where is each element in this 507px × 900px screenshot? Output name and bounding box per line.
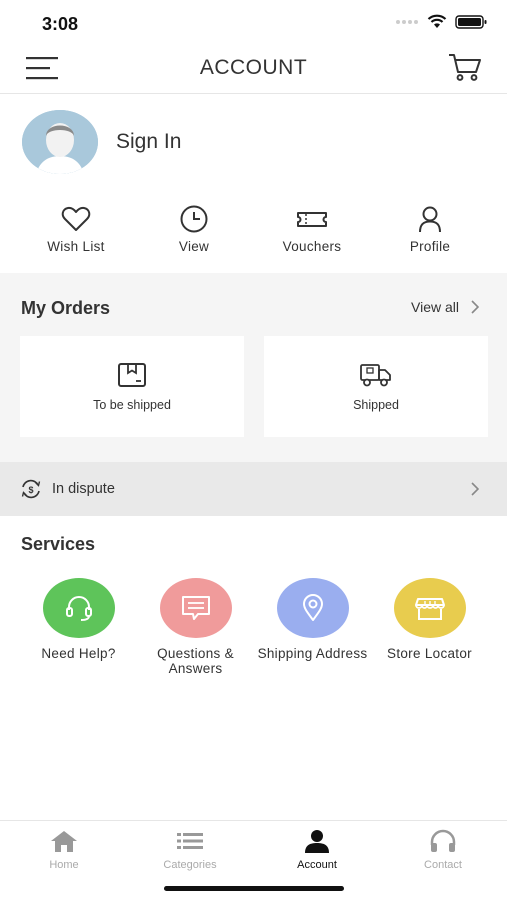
quick-action-vouchers[interactable]: Vouchers xyxy=(253,205,371,263)
tab-label: Contact xyxy=(424,859,462,871)
home-icon xyxy=(51,831,77,852)
person-icon xyxy=(419,206,441,233)
services-title: Services xyxy=(21,534,96,554)
tab-home[interactable]: Home xyxy=(14,829,114,871)
quick-action-profile[interactable]: Profile xyxy=(371,205,489,263)
status-time: 3:08 xyxy=(42,14,79,34)
sign-in-link[interactable]: Sign In xyxy=(116,130,181,154)
heart-icon xyxy=(61,206,91,231)
avatar-placeholder-icon xyxy=(22,110,98,174)
signal-icon xyxy=(396,19,418,24)
tab-categories[interactable]: Categories xyxy=(140,829,240,871)
status-bar: 3:08 xyxy=(0,0,507,44)
orders-section: My Orders View all To be shipped Shipped xyxy=(0,273,507,462)
tab-account[interactable]: Account xyxy=(267,829,367,871)
view-all-link[interactable]: View all xyxy=(411,299,479,315)
quick-action-wish-list[interactable]: Wish List xyxy=(17,205,135,263)
tab-contact[interactable]: Contact xyxy=(393,829,493,871)
battery-icon xyxy=(455,14,487,29)
quick-action-label: Vouchers xyxy=(282,239,342,254)
location-pin-icon xyxy=(302,594,323,621)
page-title: ACCOUNT xyxy=(199,56,308,79)
headset-icon xyxy=(65,596,92,621)
service-shipping-address[interactable]: Shipping Address xyxy=(254,578,371,676)
service-need-help[interactable]: Need Help? xyxy=(20,578,137,676)
order-card-to-be-shipped[interactable]: To be shipped xyxy=(20,336,244,437)
message-icon xyxy=(181,596,210,620)
view-all-label: View all xyxy=(411,299,459,315)
service-circle xyxy=(42,578,115,638)
service-label: Shipping Address xyxy=(257,646,368,661)
quick-action-label: Profile xyxy=(409,239,451,254)
services-row: Need Help? Questions & Answers Shipping … xyxy=(20,578,487,676)
order-card-label: To be shipped xyxy=(93,397,171,412)
dispute-icon: $ xyxy=(21,479,41,499)
wifi-icon xyxy=(427,14,447,28)
status-icons xyxy=(395,14,487,29)
quick-action-label: Wish List xyxy=(47,239,105,254)
quick-actions: Wish List View Vouchers Profile xyxy=(17,205,490,263)
clock-icon xyxy=(180,205,208,233)
order-card-shipped[interactable]: Shipped xyxy=(264,336,488,437)
ticket-icon xyxy=(297,212,327,227)
tab-label: Categories xyxy=(163,859,217,871)
person-icon xyxy=(305,830,329,853)
box-icon xyxy=(118,362,146,387)
service-circle xyxy=(393,578,466,638)
service-circle xyxy=(159,578,232,638)
service-questions-answers[interactable]: Questions & Answers xyxy=(137,578,254,676)
store-icon xyxy=(414,598,445,620)
orders-title: My Orders xyxy=(21,298,111,318)
tab-label: Account xyxy=(297,859,337,871)
service-store-locator[interactable]: Store Locator xyxy=(371,578,488,676)
svg-text:$: $ xyxy=(28,485,33,495)
profile-row: Sign In xyxy=(22,110,181,174)
quick-action-view[interactable]: View xyxy=(135,205,253,263)
home-indicator xyxy=(164,886,344,891)
service-label: Questions & Answers xyxy=(157,646,234,676)
app-header: ACCOUNT xyxy=(0,44,507,94)
tab-label: Home xyxy=(49,859,79,871)
truck-icon xyxy=(360,363,391,386)
quick-action-label: View xyxy=(178,239,210,254)
service-label: Store Locator xyxy=(387,646,472,661)
dispute-label: In dispute xyxy=(52,481,115,497)
order-card-label: Shipped xyxy=(353,397,399,412)
chevron-right-icon xyxy=(471,482,479,496)
service-label: Need Help? xyxy=(41,646,116,661)
cart-icon[interactable] xyxy=(447,52,483,82)
chevron-right-icon xyxy=(471,300,479,314)
list-icon xyxy=(177,833,203,849)
headphones-icon xyxy=(430,829,456,852)
dispute-row[interactable]: $ In dispute xyxy=(0,462,507,516)
avatar[interactable] xyxy=(22,110,98,174)
service-circle xyxy=(276,578,349,638)
